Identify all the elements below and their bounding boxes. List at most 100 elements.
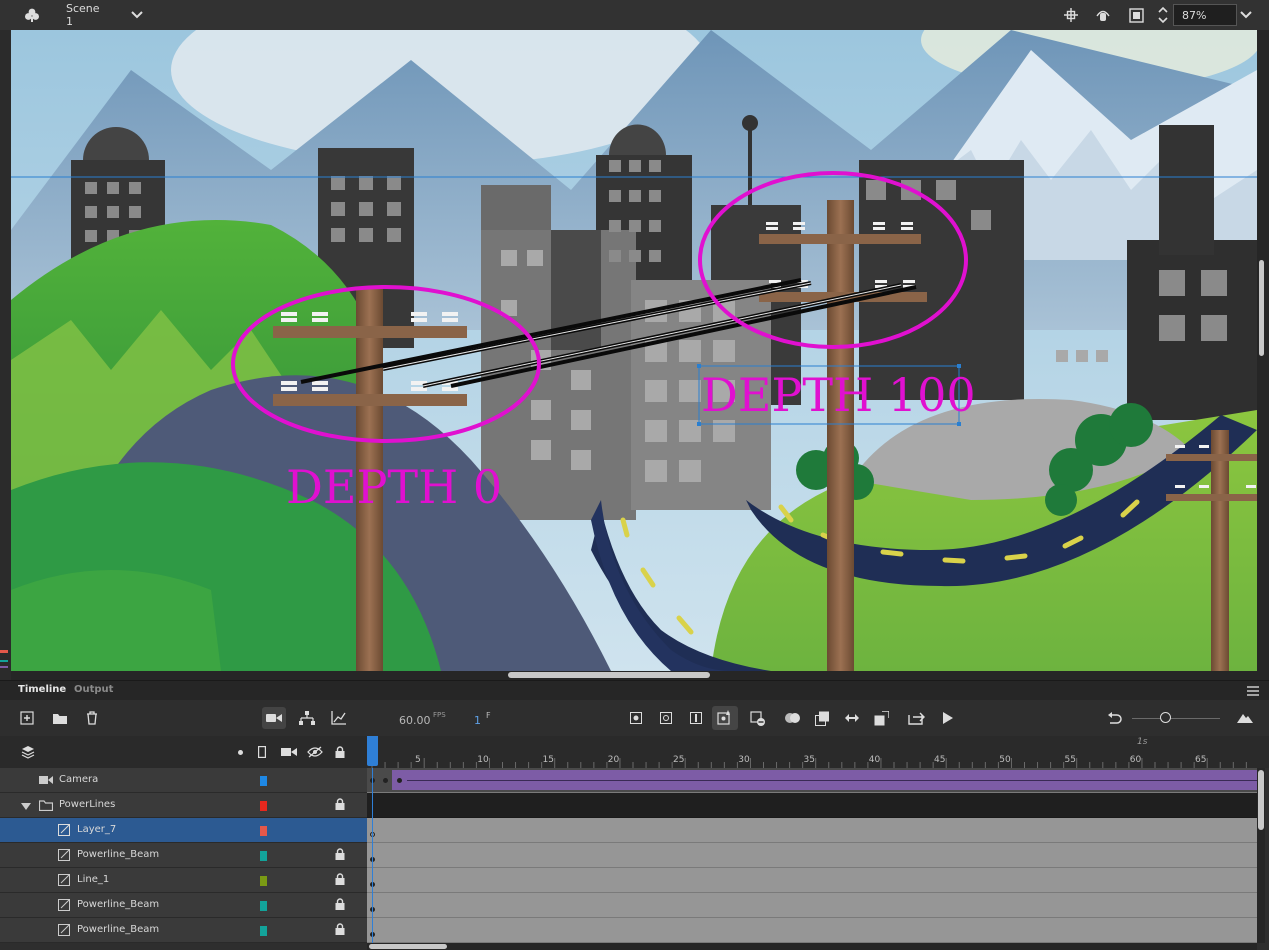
depth0-label[interactable]: DEPTH 0 xyxy=(286,460,502,514)
lock-icon[interactable] xyxy=(335,898,345,913)
timeline-vertical-thumb[interactable] xyxy=(1258,770,1264,830)
fps-value[interactable]: 60.00 xyxy=(399,714,431,727)
layer-row-powerlines[interactable]: PowerLines xyxy=(0,793,367,818)
play-icon[interactable] xyxy=(940,710,956,726)
scene-icon[interactable] xyxy=(18,0,46,30)
layer-row-line-1[interactable]: Line_1 xyxy=(0,868,367,893)
outline-layers-icon[interactable] xyxy=(256,744,268,760)
lock-icon[interactable] xyxy=(335,923,345,938)
stage-canvas[interactable]: DEPTH 0 DEPTH 100 xyxy=(11,30,1257,671)
mountain-scale-icon[interactable] xyxy=(1236,710,1254,726)
layer-icon xyxy=(57,923,71,937)
lock-icon[interactable] xyxy=(335,798,345,813)
layer-row-powerline-beam[interactable]: Powerline_Beam xyxy=(0,893,367,918)
zoom-stepper-icon[interactable] xyxy=(1155,0,1171,30)
insert-blank-keyframe-icon[interactable] xyxy=(658,710,674,726)
layer-color-swatch[interactable] xyxy=(260,876,267,886)
hide-layers-icon[interactable] xyxy=(306,744,324,760)
layer-row-layer-7[interactable]: Layer_7 xyxy=(0,818,367,843)
folder-expand-icon[interactable] xyxy=(20,801,32,811)
ruler-number: 50 xyxy=(999,755,1011,765)
zoom-slider-thumb[interactable] xyxy=(1160,712,1171,723)
frame-row-line-1[interactable] xyxy=(367,868,1257,893)
timeline-header: 1s 5 10 15 20 25 30 35 40 45 50 55 60 65 xyxy=(0,736,1269,768)
loop-playback-icon[interactable] xyxy=(907,710,927,726)
layer-color-swatch[interactable] xyxy=(260,901,267,911)
trash-icon[interactable] xyxy=(84,710,100,726)
layer-color-swatch[interactable] xyxy=(260,826,267,836)
horizontal-scroll-thumb[interactable] xyxy=(508,672,710,678)
ruler-number: 35 xyxy=(803,755,815,765)
zoom-input[interactable]: 87% xyxy=(1173,4,1237,26)
chevron-down-icon[interactable] xyxy=(128,0,146,30)
layer-row-powerline-beam[interactable]: Powerline_Beam xyxy=(0,843,367,868)
edit-multiple-frames-icon[interactable] xyxy=(813,710,831,726)
camera-tool-icon[interactable] xyxy=(262,707,286,729)
current-frame-value[interactable]: 1 xyxy=(474,714,481,727)
highlight-layers-icon[interactable] xyxy=(236,746,244,758)
layer-parenting-icon[interactable] xyxy=(298,708,316,728)
lock-icon[interactable] xyxy=(335,848,345,863)
layer-color-swatch[interactable] xyxy=(260,801,267,811)
layer-row-powerline-beam[interactable]: Powerline_Beam xyxy=(0,918,367,943)
horizontal-scrollbar[interactable] xyxy=(11,671,1257,680)
timeline-vertical-scrollbar[interactable] xyxy=(1257,768,1265,943)
camera-span-line xyxy=(407,780,1257,781)
layer-row-camera[interactable]: Camera xyxy=(0,768,367,793)
rotate-hand-icon[interactable] xyxy=(1092,0,1114,30)
layer-name: Camera xyxy=(59,774,99,785)
frame-unit: F xyxy=(486,711,491,720)
camera-icon xyxy=(38,774,54,786)
zoom-slider-track[interactable] xyxy=(1132,718,1220,719)
layer-color-swatch[interactable] xyxy=(260,926,267,936)
onion-skin-icon[interactable] xyxy=(783,710,803,726)
vertical-scrollbar[interactable] xyxy=(1257,30,1269,671)
layers-icon[interactable] xyxy=(20,744,36,760)
attach-camera-icon[interactable] xyxy=(280,744,298,760)
graph-editor-icon[interactable] xyxy=(329,708,347,728)
insert-frame-icon[interactable] xyxy=(688,710,704,726)
lock-all-icon[interactable] xyxy=(333,744,347,760)
panel-menu-icon[interactable] xyxy=(1246,685,1260,697)
keyframe-dot[interactable] xyxy=(397,778,402,783)
frame-row-powerline-beam[interactable] xyxy=(367,893,1257,918)
ruler-number: 5 xyxy=(415,755,421,765)
new-layer-icon[interactable] xyxy=(19,710,35,726)
top-bar: Scene 1 87% xyxy=(0,0,1269,30)
zoom-dropdown-icon[interactable] xyxy=(1238,0,1254,30)
playhead[interactable] xyxy=(367,736,378,766)
depth100-label[interactable]: DEPTH 100 xyxy=(701,368,976,422)
layer-color-swatch[interactable] xyxy=(260,776,267,786)
undo-icon[interactable] xyxy=(1105,710,1123,726)
layer-color-swatch[interactable] xyxy=(260,851,267,861)
scene-artwork xyxy=(11,30,1257,671)
frame-ruler[interactable]: 1s 5 10 15 20 25 30 35 40 45 50 55 60 65 xyxy=(367,736,1257,768)
tab-timeline[interactable]: Timeline xyxy=(18,684,66,695)
tab-output[interactable]: Output xyxy=(74,684,113,695)
create-motion-tween-icon[interactable] xyxy=(872,710,890,726)
create-classic-tween-icon[interactable] xyxy=(843,710,861,726)
ruler-number: 60 xyxy=(1129,755,1142,765)
frame-row-powerline-beam[interactable] xyxy=(367,843,1257,868)
auto-keyframe-icon[interactable] xyxy=(712,706,738,730)
timeline-horizontal-scrollbar[interactable] xyxy=(367,943,1257,950)
center-stage-icon[interactable] xyxy=(1062,0,1080,30)
ruler-number: 25 xyxy=(673,755,685,765)
frame-row-camera[interactable] xyxy=(367,768,1257,793)
clip-canvas-icon[interactable] xyxy=(1126,0,1146,30)
keyframe-dot[interactable] xyxy=(383,778,388,783)
scene-name[interactable]: Scene 1 xyxy=(66,0,108,30)
vertical-scroll-thumb[interactable] xyxy=(1259,260,1264,356)
frame-row-layer-7[interactable] xyxy=(367,818,1257,843)
ruler-number: 55 xyxy=(1064,755,1076,765)
lock-icon[interactable] xyxy=(335,873,345,888)
frame-row-powerline-beam[interactable] xyxy=(367,918,1257,943)
playhead-line xyxy=(372,768,373,943)
frame-row-folder[interactable] xyxy=(367,793,1257,818)
layer-name: Powerline_Beam xyxy=(77,924,160,935)
remove-frame-icon[interactable] xyxy=(749,710,767,728)
new-folder-icon[interactable] xyxy=(51,710,69,726)
timeline-panel: Timeline Output 60.00 FPS 1 F 1s 5 10 15… xyxy=(0,680,1269,950)
insert-keyframe-icon[interactable] xyxy=(628,710,644,726)
timeline-horizontal-thumb[interactable] xyxy=(369,944,447,949)
